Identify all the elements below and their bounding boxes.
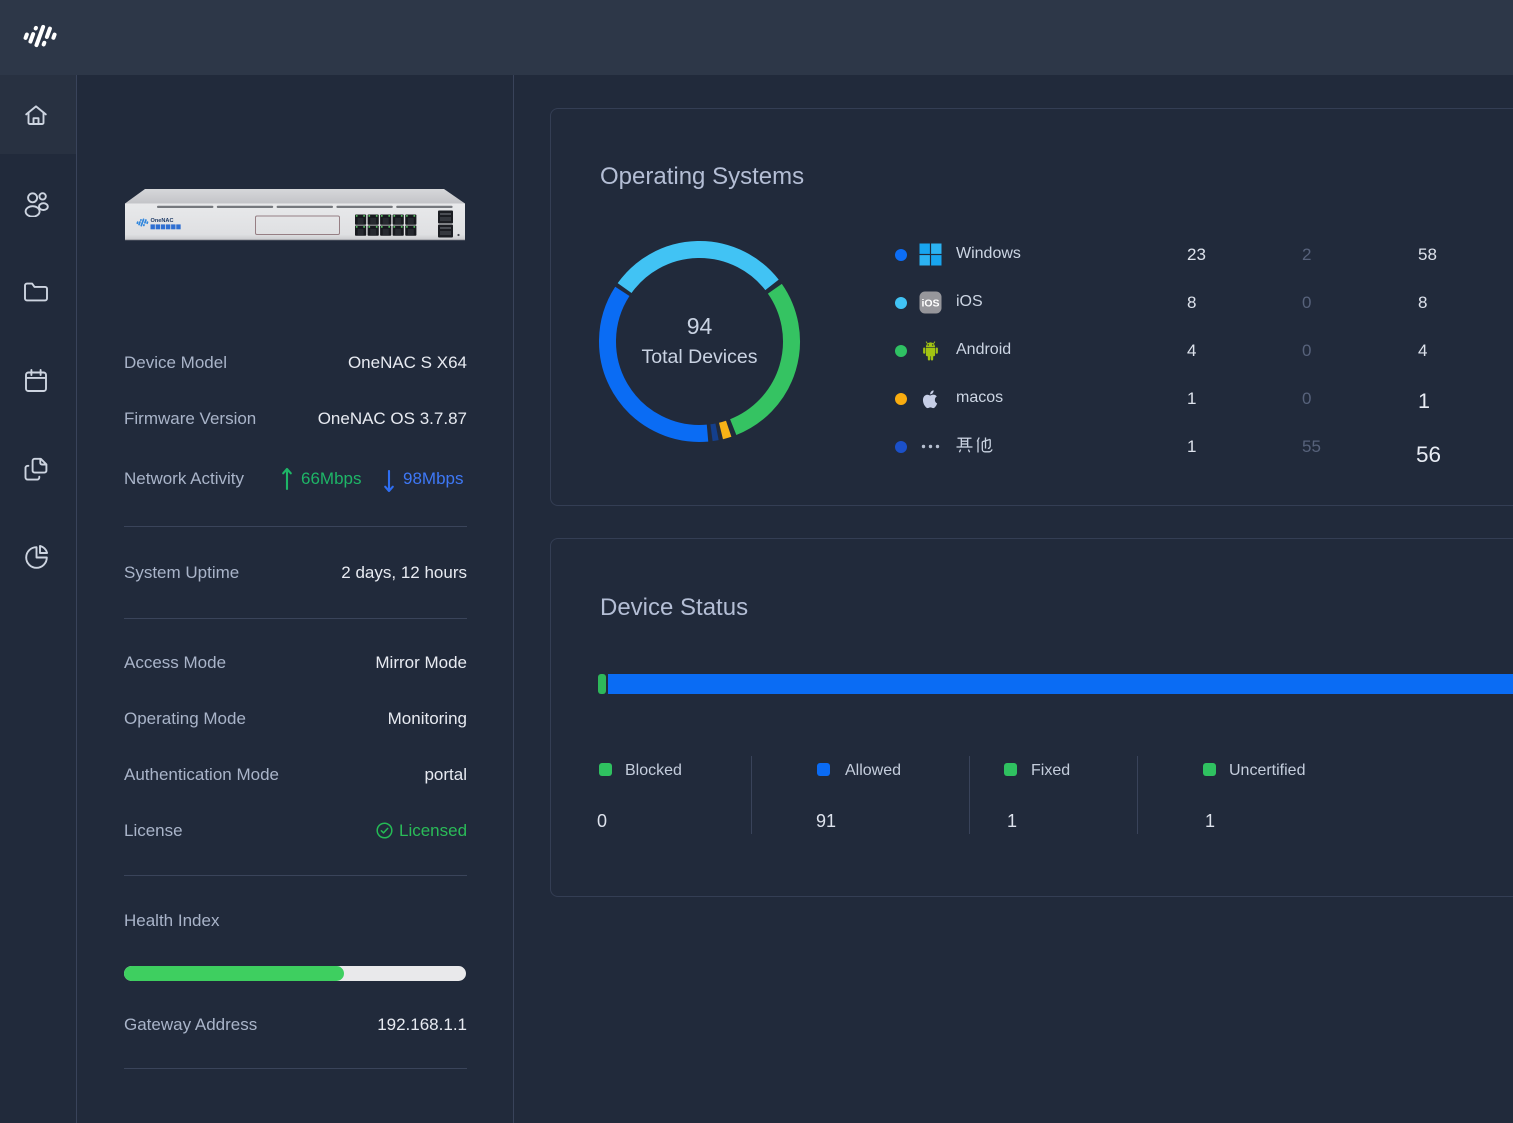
svg-text:OneNAC: OneNAC (151, 218, 174, 224)
svg-text:94: 94 (687, 313, 713, 339)
svg-text:iOS: iOS (921, 298, 939, 310)
